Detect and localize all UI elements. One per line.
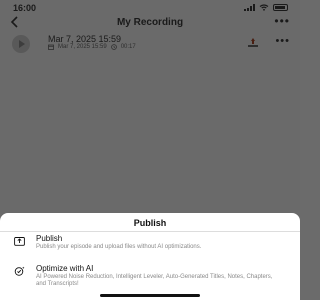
more-horizontal-icon[interactable]: •••	[275, 35, 290, 47]
sheet-title: Publish	[133, 218, 167, 228]
battery-icon	[273, 4, 288, 11]
divider	[0, 231, 300, 232]
recording-meta: Mar 7, 2025 15:59 00:17	[48, 44, 136, 50]
upload-icon[interactable]	[248, 38, 258, 47]
publish-sheet: Publish Publish Publish your episode and…	[0, 213, 300, 300]
play-button[interactable]	[12, 35, 30, 53]
app-screen: 16:00 My Recording ••• Mar 7, 2025 15:59	[0, 0, 300, 300]
ai-optimize-icon	[14, 266, 25, 276]
status-icons	[244, 4, 288, 11]
calendar-icon	[48, 44, 54, 50]
recording-date: Mar 7, 2025 15:59	[58, 44, 107, 50]
publish-option-title: Publish	[36, 234, 63, 243]
publish-option-description: Publish your episode and upload files wi…	[36, 244, 202, 250]
recording-title: Mar 7, 2025 15:59	[48, 34, 122, 44]
home-indicator	[100, 294, 200, 297]
clock-icon	[110, 44, 117, 50]
wifi-icon	[259, 4, 269, 11]
more-horizontal-icon[interactable]: •••	[274, 15, 290, 27]
cellular-signal-icon	[244, 4, 255, 11]
optimize-ai-option-title: Optimize with AI	[36, 264, 94, 273]
publish-icon	[14, 237, 25, 246]
publish-option[interactable]: Publish Publish your episode and upload …	[0, 233, 300, 261]
optimize-ai-option-description: AI Powered Noise Reduction, Intelligent …	[36, 274, 273, 287]
recording-item[interactable]: Mar 7, 2025 15:59 Mar 7, 2025 15:59 00:1…	[0, 30, 300, 53]
nav-bar: My Recording •••	[0, 12, 300, 32]
recording-duration: 00:17	[120, 44, 136, 50]
page-title: My Recording	[116, 17, 184, 28]
